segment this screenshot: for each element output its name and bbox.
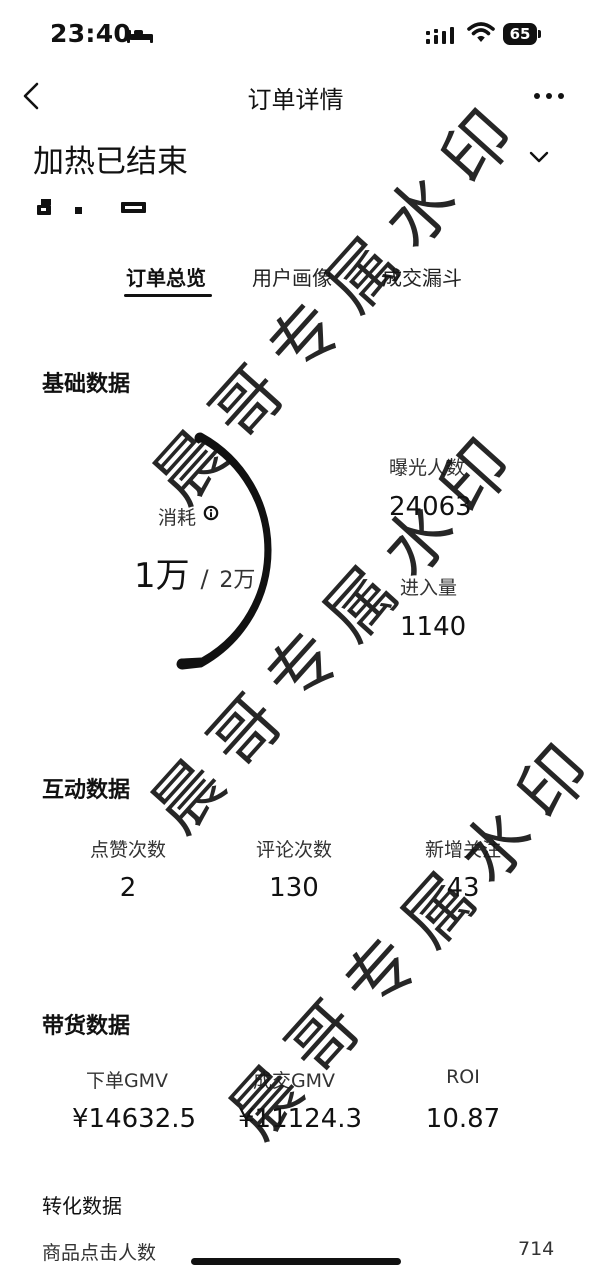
order-gmv-label: 下单GMV (85, 1070, 169, 1092)
redacted-order-info (37, 199, 146, 215)
status-time: 23:40 (50, 19, 132, 48)
status-bar: 23:40 65 (0, 0, 591, 70)
order-detail-screen: 23:40 65 订单详情 加热已结束 订单总览 用户画像 成交漏斗 基础数据 … (0, 0, 591, 1280)
consumption-gauge (176, 432, 272, 670)
exposure-value: 24063 (389, 492, 472, 522)
home-indicator (191, 1258, 401, 1265)
consume-budget: 2万 (219, 568, 256, 593)
commerce-data-title: 带货数据 (42, 1014, 131, 1039)
product-click-users-label: 商品点击人数 (42, 1242, 157, 1264)
battery-tip (538, 30, 541, 38)
deal-gmv-label: 成交GMV (252, 1070, 336, 1092)
tab-user-profile[interactable]: 用户画像 (252, 262, 332, 291)
cellular-signal-icon (426, 27, 454, 44)
tab-bar: 订单总览 用户画像 成交漏斗 (0, 262, 591, 298)
more-icon[interactable] (529, 82, 569, 110)
entry-value: 1140 (400, 612, 467, 642)
product-click-users-value: 714 (518, 1238, 555, 1260)
tab-order-overview[interactable]: 订单总览 (126, 262, 206, 291)
likes-value: 2 (119, 873, 137, 903)
info-icon[interactable] (203, 505, 219, 521)
active-tab-indicator (124, 294, 212, 297)
battery-icon: 65 (503, 23, 543, 45)
new-followers-value: 43 (446, 873, 480, 903)
comments-value: 130 (269, 873, 319, 903)
consume-separator: / (200, 565, 209, 593)
exposure-label: 曝光人数 (389, 457, 466, 479)
consume-label: 消耗 (158, 507, 197, 529)
consume-value: 1万 (134, 556, 190, 596)
wifi-icon (467, 22, 495, 42)
bed-icon (127, 30, 153, 43)
comments-label: 评论次数 (255, 839, 332, 861)
order-status-title: 加热已结束 (33, 144, 188, 180)
roi-label: ROI (446, 1066, 480, 1088)
battery-level: 65 (503, 23, 537, 45)
interaction-data-title: 互动数据 (42, 778, 131, 803)
entry-label: 进入量 (400, 577, 458, 599)
page-title: 订单详情 (247, 86, 344, 114)
conversion-data-title: 转化数据 (42, 1194, 122, 1218)
likes-label: 点赞次数 (89, 839, 166, 861)
deal-gmv-value: ¥11124.3 (238, 1104, 363, 1134)
tab-conversion-funnel[interactable]: 成交漏斗 (382, 262, 462, 291)
consume-value-group: 1万 / 2万 (134, 548, 255, 597)
order-gmv-value: ¥14632.5 (72, 1104, 197, 1134)
chevron-down-icon[interactable] (524, 145, 554, 169)
basic-data-title: 基础数据 (42, 372, 131, 397)
new-followers-label: 新增关注 (424, 839, 501, 861)
roi-value: 10.87 (425, 1104, 501, 1134)
